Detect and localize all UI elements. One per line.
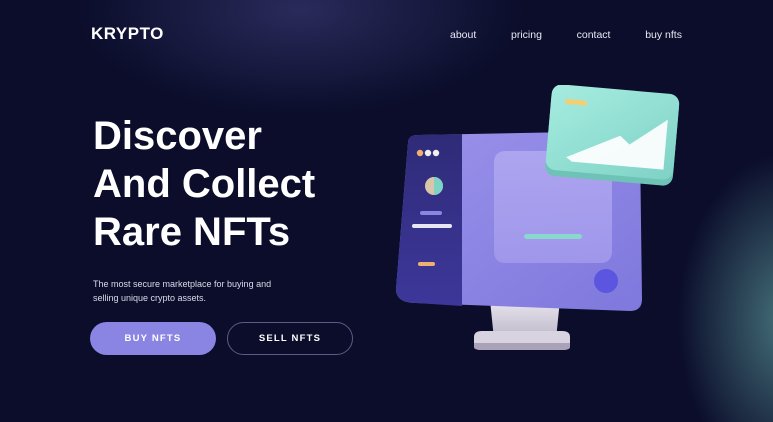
nav-contact[interactable]: contact xyxy=(577,29,611,41)
nav-buy-nfts[interactable]: buy nfts xyxy=(645,29,682,41)
logo[interactable]: KRYPTO xyxy=(91,24,164,44)
hero-illustration xyxy=(390,84,690,355)
computer-illustration-icon xyxy=(396,84,680,350)
headline-line-3: Rare NFTs xyxy=(93,210,291,254)
hero-headline: Discover And Collect Rare NFTs xyxy=(93,112,315,256)
sell-nfts-button[interactable]: SELL NFTS xyxy=(227,322,353,355)
headline-line-1: Discover xyxy=(93,114,262,158)
buy-nfts-button[interactable]: BUY NFTS xyxy=(90,322,216,355)
nav-pricing[interactable]: pricing xyxy=(511,29,542,41)
headline-line-2: And Collect xyxy=(93,162,316,206)
nav-about[interactable]: about xyxy=(450,29,476,41)
hero-subtitle: The most secure marketplace for buying a… xyxy=(93,279,272,303)
main-nav: about pricing contact buy nfts xyxy=(450,29,682,41)
